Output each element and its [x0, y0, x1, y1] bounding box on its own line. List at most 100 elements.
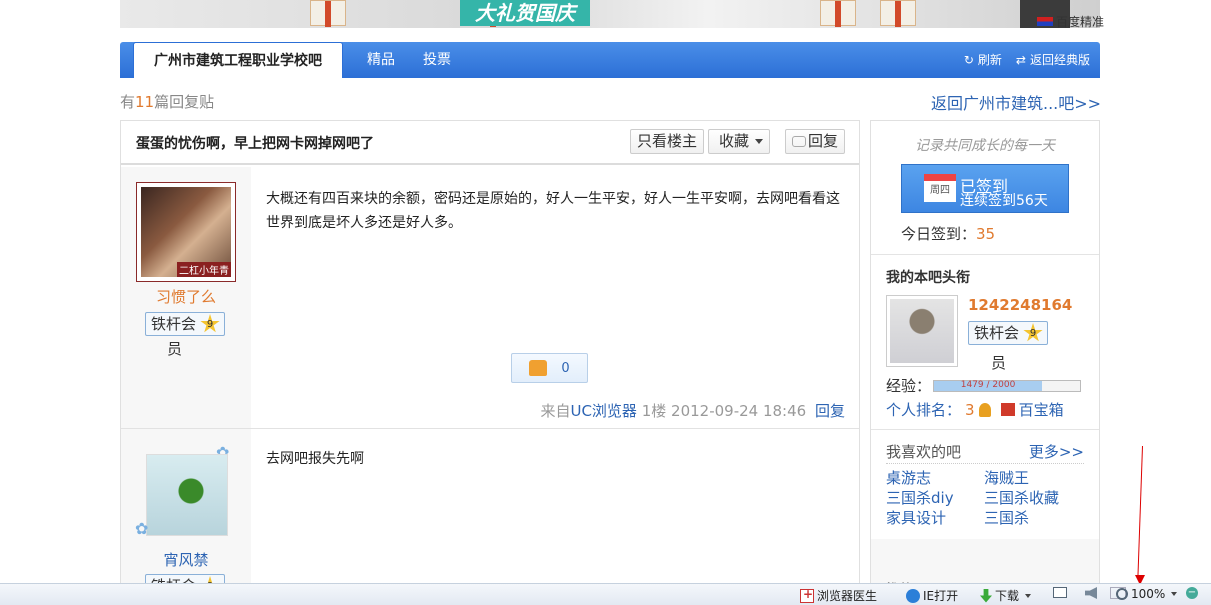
right-sidebar: 记录共同成长的每一天 周四 已签到 连续签到56天 今日签到：35 我的本吧头衔…	[870, 120, 1100, 598]
flower-decoration-icon: ✿	[135, 519, 149, 538]
browser-doctor-label: 浏览器医生	[817, 589, 878, 603]
window-icon	[1053, 587, 1067, 598]
like-button[interactable]: 0	[511, 353, 588, 383]
rank-label: 个人排名：	[886, 401, 962, 419]
today-signin-count: 今日签到：35	[901, 223, 995, 244]
annotation-arrow-line	[1137, 445, 1143, 578]
post-reply-link[interactable]: 回复	[815, 402, 845, 420]
baidu-ad-text: 百度精准	[1056, 15, 1105, 29]
favorite-forums-heading: 我喜欢的吧	[886, 443, 962, 461]
ie-open-label: IE打开	[923, 589, 959, 603]
username-link[interactable]: 宵风禁	[121, 549, 251, 570]
window-button[interactable]	[1053, 587, 1067, 598]
ie-open-button[interactable]: IE打开	[906, 587, 958, 604]
reply-suffix: 篇回复贴	[154, 93, 215, 111]
download-label: 下载	[995, 589, 1020, 603]
browser-doctor-button[interactable]: 浏览器医生	[800, 587, 877, 604]
browser-status-bar: 浏览器医生 IE打开 下载 100% −	[0, 583, 1211, 605]
zoom-control[interactable]: 100%	[1116, 587, 1178, 601]
reply-count: 有11篇回复贴	[120, 91, 214, 112]
download-arrow-icon	[980, 588, 992, 603]
classic-version-link[interactable]: ⇄ 返回经典版	[1016, 42, 1090, 78]
thread-container: 蛋蛋的忧伤啊，早上把网卡网掉网吧了 只看楼主 收藏 回复 二杠小年青 习惯了么 …	[120, 120, 860, 598]
tab-forum-home[interactable]: 广州市建筑工程职业学校吧	[133, 42, 343, 78]
favorite-forum-link[interactable]: 家具设计	[886, 507, 946, 528]
level-star-icon: 9	[1023, 323, 1043, 342]
nav-actions: ↻ 刷新 ⇄ 返回经典版	[964, 42, 1090, 78]
baidu-flag-icon	[1037, 17, 1053, 26]
treasure-box-link[interactable]: 百宝箱	[1019, 399, 1064, 420]
refresh-icon: ↻	[963, 53, 974, 67]
tab-vote[interactable]: 投票	[423, 42, 451, 78]
collect-label: 收藏	[719, 132, 750, 150]
from-label: 来自	[540, 402, 571, 420]
badge-label-tail: 员	[167, 340, 183, 358]
my-username-link[interactable]: 1242248164	[968, 296, 1072, 314]
banner-text: 大礼贺国庆	[460, 0, 590, 26]
speaker-icon	[1085, 587, 1097, 599]
thumbs-up-icon	[529, 360, 548, 376]
username-link[interactable]: 习惯了么	[121, 286, 251, 307]
download-button[interactable]: 下载	[980, 587, 1032, 604]
medal-icon	[978, 402, 991, 417]
calendar-icon: 周四	[924, 174, 956, 202]
post-author-panel: ✿ ✿ 宵风禁 铁杆会 9	[121, 429, 251, 598]
post-content: 去网吧报失先啊	[266, 451, 364, 467]
dotted-divider	[886, 463, 1084, 464]
weekday-label: 周四	[930, 185, 950, 196]
post-floor-1: 二杠小年青 习惯了么 铁杆会 9 员 大概还有四百来块的余额，密码还是原始的，好…	[121, 167, 859, 429]
avatar[interactable]	[886, 295, 958, 367]
ad-banner[interactable]: 大礼贺国庆	[120, 0, 1100, 28]
avatar-photo	[890, 299, 954, 363]
exp-text: 1479 / 2000	[960, 379, 1016, 390]
chevron-down-icon	[755, 139, 764, 144]
sidebar-divider	[871, 429, 1099, 430]
magnifier-icon	[1116, 588, 1128, 600]
tab-featured[interactable]: 精品	[367, 42, 395, 78]
member-badge[interactable]: 铁杆会 9	[968, 321, 1049, 345]
thread-header: 蛋蛋的忧伤啊，早上把网卡网掉网吧了 只看楼主 收藏 回复	[121, 121, 859, 165]
favorite-forum-link[interactable]: 三国杀diy	[886, 487, 954, 508]
floor-number: 1楼	[641, 402, 667, 420]
treasure-box-icon	[1000, 403, 1015, 416]
favorite-forum-link[interactable]: 三国杀	[984, 507, 1029, 528]
refresh-label: 刷新	[977, 53, 1002, 67]
forum-nav-bar: 广州市建筑工程职业学校吧 精品 投票 ↻ 刷新 ⇄ 返回经典版	[120, 42, 1100, 78]
badge-label: 铁杆会	[974, 324, 1020, 342]
post-floor-2: ✿ ✿ 宵风禁 铁杆会 9 去网吧报失先啊	[121, 429, 859, 598]
personal-rank-row: 个人排名： 3 百宝箱	[886, 399, 1064, 420]
baidu-ad-label[interactable]: 百度精准	[1037, 13, 1104, 30]
refresh-link[interactable]: ↻ 刷新	[964, 42, 1002, 78]
back-to-forum-link[interactable]: 返回广州市建筑...吧>>	[931, 90, 1101, 114]
avatar-photo: 二杠小年青	[141, 187, 231, 277]
like-count: 0	[561, 360, 570, 376]
gift-box-image	[310, 0, 346, 27]
zoom-level: 100%	[1131, 587, 1166, 601]
favorite-forum-link[interactable]: 海贼王	[984, 467, 1029, 488]
today-label: 今日签到：	[901, 225, 977, 243]
zoom-out-button[interactable]: −	[1186, 587, 1198, 599]
favorite-forum-link[interactable]: 三国杀收藏	[984, 487, 1059, 508]
post-author-panel: 二杠小年青 习惯了么 铁杆会 9 员	[121, 167, 251, 429]
member-badge[interactable]: 铁杆会 9	[145, 312, 226, 336]
reply-button[interactable]: 回复	[785, 129, 846, 154]
classic-version-label: 返回经典版	[1029, 53, 1090, 67]
reply-prefix: 有	[120, 93, 136, 111]
exp-label: 经验：	[886, 377, 932, 395]
ie-icon	[906, 588, 920, 603]
chevron-down-icon	[1171, 592, 1178, 596]
favorite-forum-link[interactable]: 桌游志	[886, 467, 931, 488]
experience-progress-bar: 1479 / 2000	[933, 379, 1082, 392]
more-favorites-link[interactable]: 更多>>	[1029, 441, 1084, 462]
only-op-button[interactable]: 只看楼主	[630, 129, 705, 154]
signin-button[interactable]: 周四 已签到 连续签到56天	[901, 164, 1069, 213]
experience-row: 经验： 1479 / 2000	[886, 375, 1082, 396]
avatar[interactable]	[146, 454, 228, 536]
avatar[interactable]: 二杠小年青	[136, 182, 236, 282]
post-time: 2012-09-24 18:46	[671, 402, 807, 420]
signin-slogan: 记录共同成长的每一天	[915, 138, 1055, 154]
collect-button[interactable]: 收藏	[708, 129, 771, 154]
source-link[interactable]: UC浏览器	[570, 402, 636, 420]
avatar-tag: 二杠小年青	[177, 262, 231, 277]
volume-button[interactable]	[1085, 587, 1097, 599]
